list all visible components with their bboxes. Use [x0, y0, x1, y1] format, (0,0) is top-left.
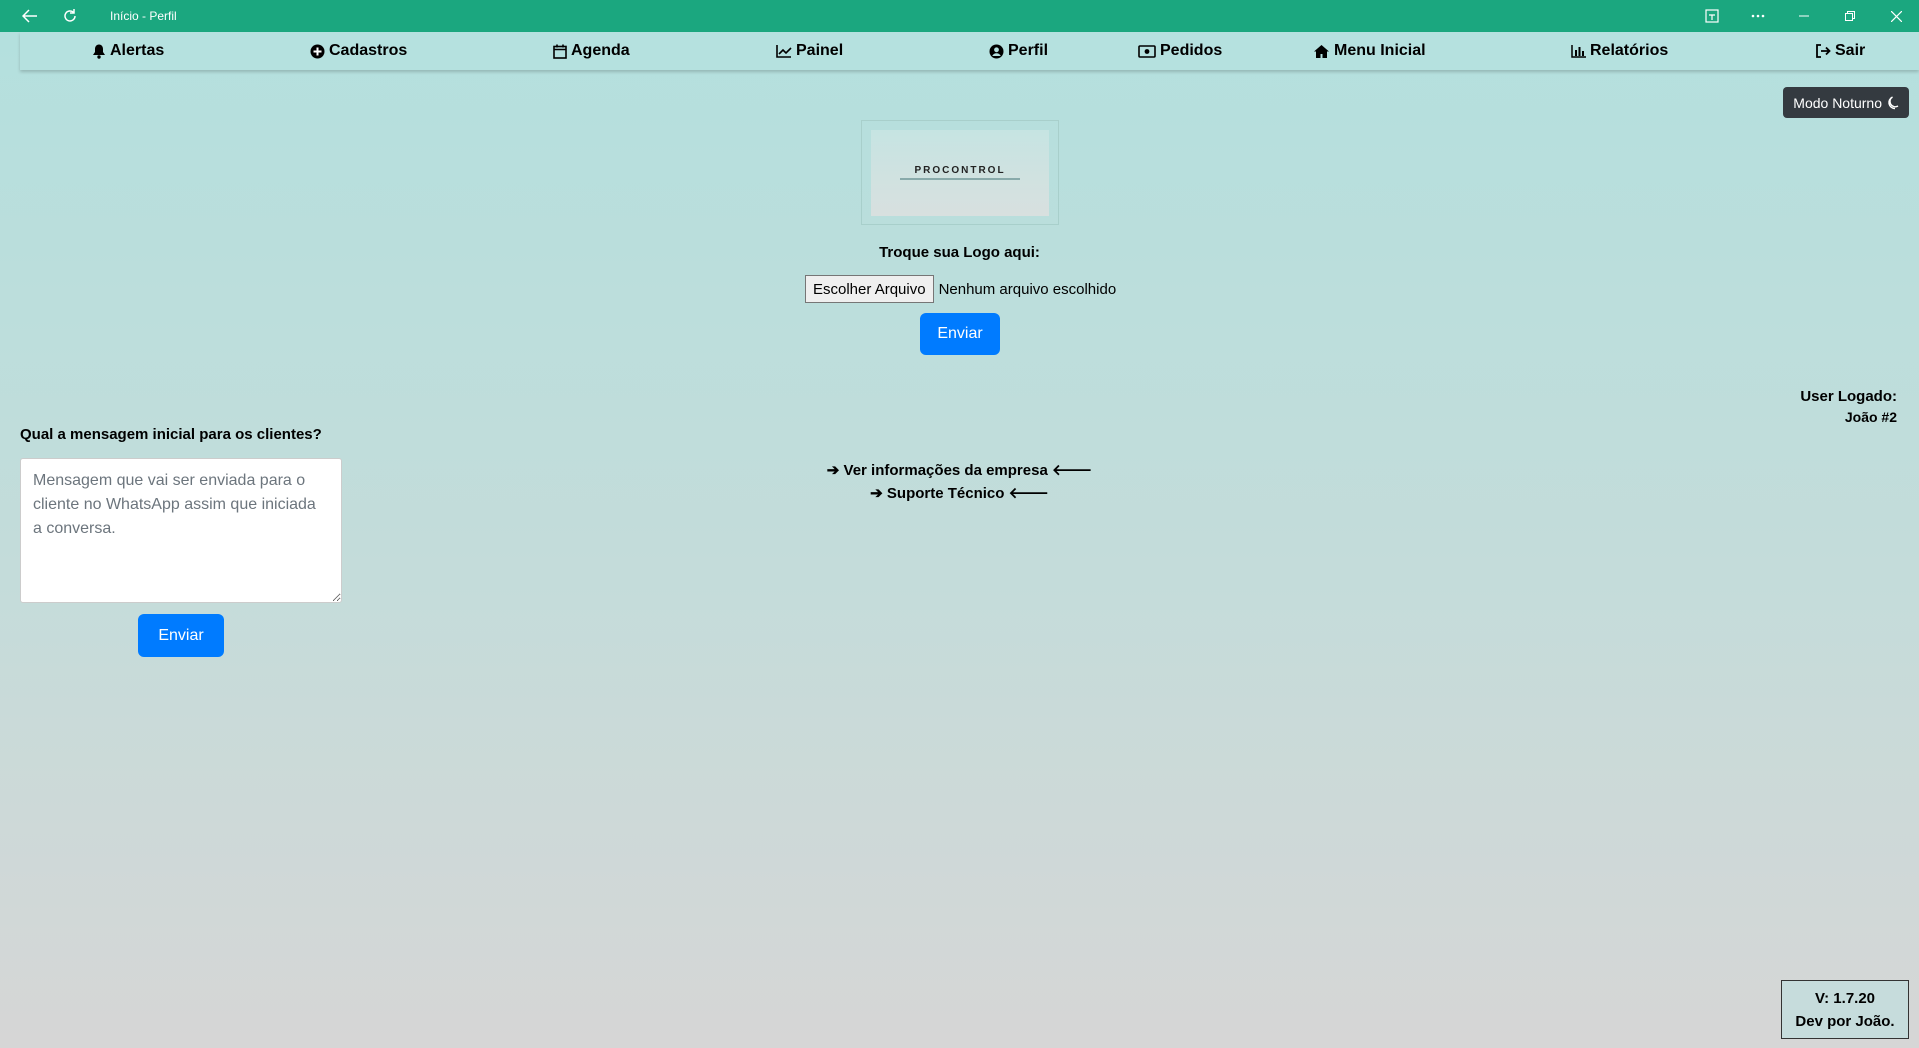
window-title: Início - Perfil [110, 9, 177, 23]
bell-icon [93, 44, 105, 59]
nav-label: Relatórios [1590, 42, 1669, 59]
night-mode-label: Modo Noturno [1793, 94, 1882, 111]
nav-label: Pedidos [1160, 42, 1223, 59]
nav-label: Painel [796, 42, 844, 59]
moon-icon [1888, 95, 1899, 109]
nav-item-painel[interactable]: Painel [776, 32, 843, 70]
sign-out-icon [1816, 44, 1831, 58]
initial-message-label: Qual a mensagem inicial para os clientes… [20, 426, 322, 443]
logo-file-input: Escolher Arquivo Nenhum arquivo escolhid… [805, 275, 1116, 303]
version-box: V: 1.7.20 Dev por João. [1781, 980, 1909, 1039]
nav-item-agenda[interactable]: Agenda [553, 32, 630, 70]
initial-message-textarea[interactable] [20, 458, 342, 603]
nav-label: Cadastros [329, 42, 408, 59]
nav-label: Perfil [1008, 42, 1049, 59]
nav-label: Agenda [571, 42, 630, 59]
version-text: V: 1.7.20 [1814, 989, 1876, 1007]
back-arrow-icon[interactable] [10, 0, 50, 32]
minimize-icon[interactable] [1781, 0, 1827, 32]
nav-item-perfil[interactable]: Perfil [989, 32, 1048, 70]
nav-label: Sair [1835, 42, 1866, 59]
nav-label: Menu Inicial [1334, 42, 1426, 59]
choose-file-button[interactable]: Escolher Arquivo [805, 275, 934, 303]
home-icon [1314, 44, 1329, 58]
user-logged-box: User Logado: João #2 [1800, 388, 1897, 425]
plus-circle-icon [310, 44, 325, 58]
message-send-button[interactable]: Enviar [138, 614, 224, 657]
chart-line-icon [776, 45, 792, 58]
restore-icon[interactable] [1827, 0, 1873, 32]
nav-item-pedidos[interactable]: Pedidos [1138, 32, 1222, 70]
calendar-icon [553, 44, 567, 59]
close-icon[interactable] [1873, 0, 1919, 32]
nav-label: Alertas [110, 42, 165, 59]
dev-credit: Dev por João. [1795, 1012, 1895, 1030]
user-logged-label: User Logado: [1800, 388, 1897, 405]
company-logo-frame: PROCONTROL [861, 120, 1059, 225]
nav-item-alertas[interactable]: Alertas [92, 32, 164, 70]
nav-item-relatorios[interactable]: Relatórios [1571, 32, 1668, 70]
company-logo: PROCONTROL [871, 129, 1049, 216]
logo-tagline [900, 178, 1020, 180]
refresh-icon[interactable] [50, 0, 90, 32]
change-logo-label: Troque sua Logo aqui: [879, 244, 1040, 261]
logo-brand-text: PROCONTROL [914, 165, 1006, 176]
user-circle-icon [989, 44, 1004, 58]
window-titlebar: Início - Perfil [0, 0, 1919, 32]
nav-item-sair[interactable]: Sair [1815, 32, 1865, 70]
nav-item-menu-inicial[interactable]: Menu Inicial [1313, 32, 1426, 70]
main-navbar: Alertas Cadastros Agenda Painel Perfil P… [20, 32, 1919, 70]
more-options-icon[interactable] [1735, 0, 1781, 32]
money-bill-icon [1138, 44, 1156, 58]
file-status-text: Nenhum arquivo escolhido [938, 280, 1117, 298]
cast-icon[interactable] [1689, 0, 1735, 32]
user-logged-name: João #2 [1844, 409, 1897, 425]
bar-chart-icon [1571, 44, 1586, 58]
logo-send-button[interactable]: Enviar [920, 313, 1000, 355]
nav-item-cadastros[interactable]: Cadastros [310, 32, 407, 70]
night-mode-button[interactable]: Modo Noturno [1783, 87, 1909, 118]
